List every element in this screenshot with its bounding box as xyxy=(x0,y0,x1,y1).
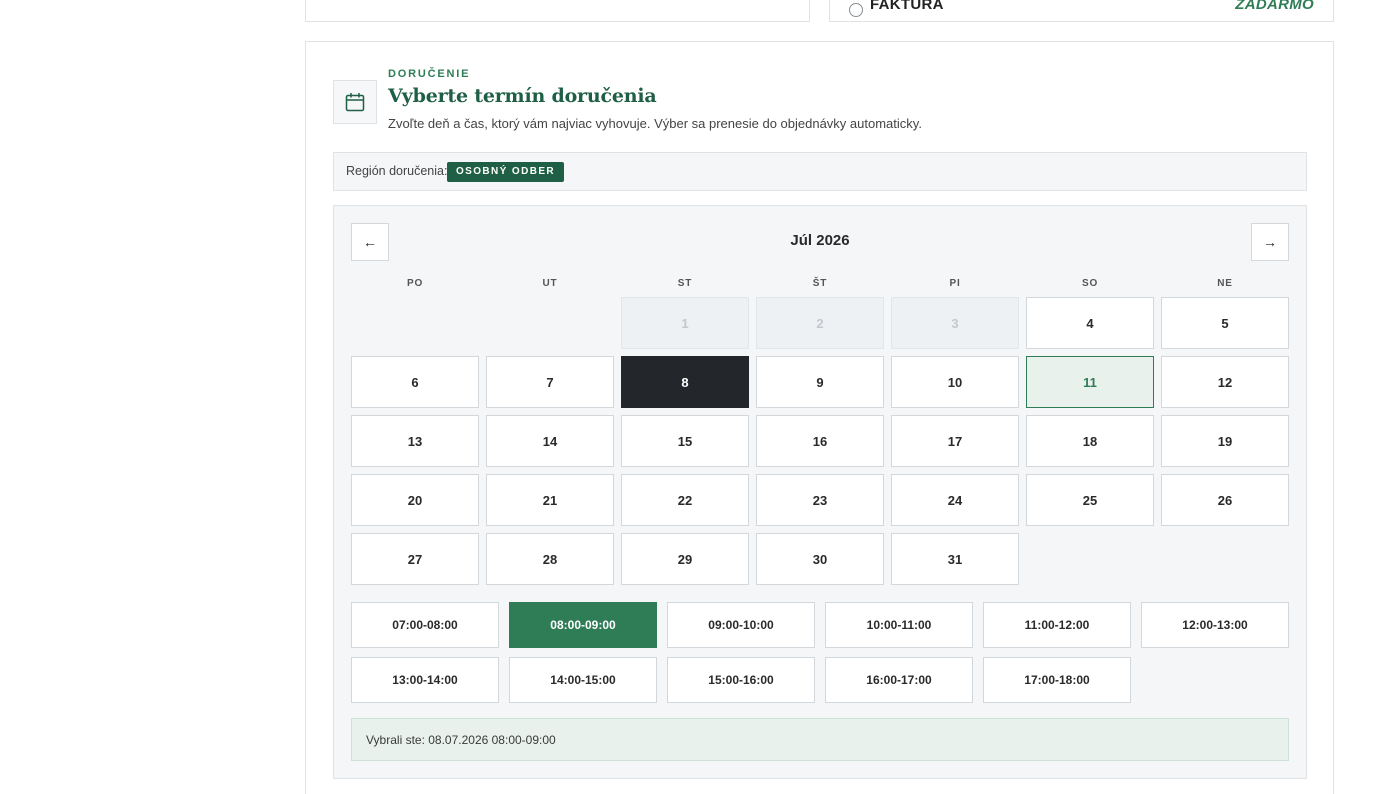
weekday-header: PI xyxy=(949,278,961,289)
time-slot-button[interactable]: 11:00-12:00 xyxy=(983,602,1131,648)
next-month-button[interactable]: → xyxy=(1251,223,1289,261)
summary-text: Vybrali ste: 08.07.2026 08:00-09:00 xyxy=(366,733,556,747)
calendar-day[interactable]: 11 xyxy=(1026,356,1154,408)
time-slot-button[interactable]: 17:00-18:00 xyxy=(983,657,1131,703)
payment-card-left xyxy=(305,0,810,22)
region-bar: Región doručenia: OSOBNÝ ODBER xyxy=(333,152,1307,191)
calendar-day[interactable]: 29 xyxy=(621,533,749,585)
calendar-day: 2 xyxy=(756,297,884,349)
weekday-header: UT xyxy=(542,278,558,289)
calendar-day[interactable]: 15 xyxy=(621,415,749,467)
calendar-day[interactable]: 23 xyxy=(756,474,884,526)
calendar-day: 3 xyxy=(891,297,1019,349)
calendar-day[interactable]: 31 xyxy=(891,533,1019,585)
weekday-header: SO xyxy=(1081,278,1099,289)
calendar-day[interactable]: 24 xyxy=(891,474,1019,526)
time-slot-button[interactable]: 16:00-17:00 xyxy=(825,657,973,703)
calendar-day[interactable]: 28 xyxy=(486,533,614,585)
weekday-header: PO xyxy=(406,278,424,289)
section-eyebrow: DORUČENIE xyxy=(388,68,471,80)
weekday-header: ST xyxy=(677,278,693,289)
calendar-day[interactable]: 27 xyxy=(351,533,479,585)
calendar-panel: ← Júl 2026 → Vybrali ste: 08.07.2026 08:… xyxy=(333,205,1307,779)
calendar-day[interactable]: 13 xyxy=(351,415,479,467)
weekday-header: ŠT xyxy=(812,278,828,289)
calendar-day[interactable]: 30 xyxy=(756,533,884,585)
calendar-day[interactable]: 5 xyxy=(1161,297,1289,349)
payment-option-card[interactable]: FAKTÚRA ZADARMO xyxy=(829,0,1334,22)
calendar-day[interactable]: 10 xyxy=(891,356,1019,408)
time-slot-button[interactable]: 10:00-11:00 xyxy=(825,602,973,648)
calendar-icon xyxy=(333,80,377,124)
calendar-day[interactable]: 12 xyxy=(1161,356,1289,408)
calendar-day[interactable]: 4 xyxy=(1026,297,1154,349)
payment-radio[interactable] xyxy=(849,3,863,17)
time-slot-button[interactable]: 13:00-14:00 xyxy=(351,657,499,703)
calendar-day[interactable]: 7 xyxy=(486,356,614,408)
weekday-header: NE xyxy=(1217,278,1233,289)
calendar-day[interactable]: 26 xyxy=(1161,474,1289,526)
selection-summary: Vybrali ste: 08.07.2026 08:00-09:00 xyxy=(351,718,1289,761)
calendar-day[interactable]: 22 xyxy=(621,474,749,526)
region-badge: OSOBNÝ ODBER xyxy=(447,162,565,182)
delivery-card: DORUČENIE Vyberte termín doručenia Zvoľt… xyxy=(305,41,1334,794)
payment-option-label: FAKTÚRA xyxy=(870,0,944,13)
calendar-day[interactable]: 19 xyxy=(1161,415,1289,467)
time-slot-button[interactable]: 08:00-09:00 xyxy=(509,602,657,648)
calendar-day[interactable]: 9 xyxy=(756,356,884,408)
calendar-day[interactable]: 6 xyxy=(351,356,479,408)
time-slot-button[interactable]: 14:00-15:00 xyxy=(509,657,657,703)
section-title: Vyberte termín doručenia xyxy=(388,85,657,107)
calendar-day: 1 xyxy=(621,297,749,349)
region-label: Región doručenia: xyxy=(346,164,448,178)
time-slot-button[interactable]: 09:00-10:00 xyxy=(667,602,815,648)
calendar-day[interactable]: 8 xyxy=(621,356,749,408)
calendar-day[interactable]: 16 xyxy=(756,415,884,467)
time-slot-button[interactable]: 12:00-13:00 xyxy=(1141,602,1289,648)
calendar-day[interactable]: 14 xyxy=(486,415,614,467)
time-slot-button[interactable]: 15:00-16:00 xyxy=(667,657,815,703)
month-title: Júl 2026 xyxy=(790,232,850,249)
calendar-day[interactable]: 17 xyxy=(891,415,1019,467)
calendar-day[interactable]: 18 xyxy=(1026,415,1154,467)
time-slot-button[interactable]: 07:00-08:00 xyxy=(351,602,499,648)
payment-option-price: ZADARMO xyxy=(1235,0,1314,13)
calendar-day[interactable]: 21 xyxy=(486,474,614,526)
section-description: Zvoľte deň a čas, ktorý vám najviac vyho… xyxy=(388,116,922,131)
calendar-day[interactable]: 20 xyxy=(351,474,479,526)
calendar-day[interactable]: 25 xyxy=(1026,474,1154,526)
